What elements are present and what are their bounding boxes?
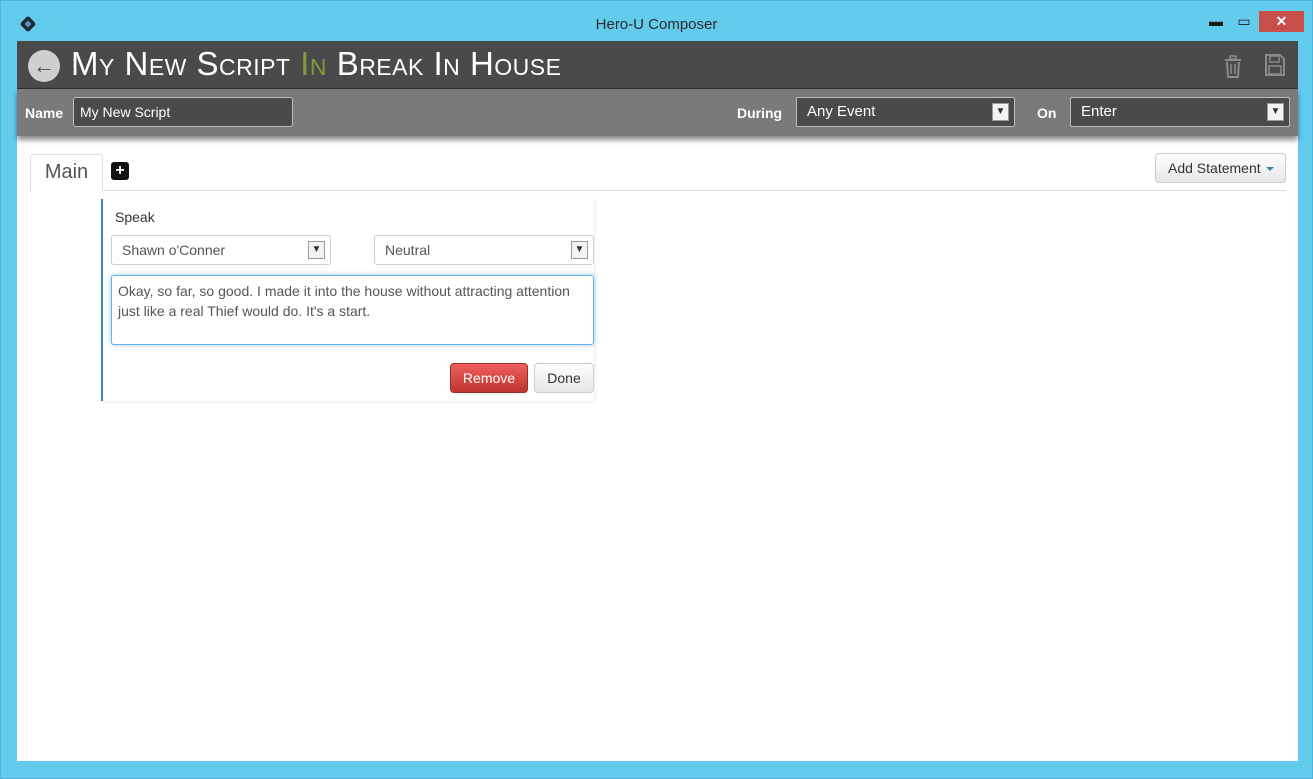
header-bar: ← My New Script In Break In House (17, 41, 1298, 89)
done-button[interactable]: Done (534, 363, 594, 393)
trash-icon[interactable] (1222, 53, 1244, 79)
speaker-select[interactable]: Shawn o'Conner ▼ (111, 235, 331, 265)
chevron-down-icon: ▼ (571, 241, 588, 259)
remove-button[interactable]: Remove (450, 363, 528, 393)
arrow-left-icon: ← (33, 53, 55, 78)
chevron-down-icon: ▼ (992, 103, 1009, 121)
mood-select[interactable]: Neutral ▼ (374, 235, 594, 265)
mood-value: Neutral (385, 242, 431, 258)
window-title: Hero-U Composer (595, 16, 718, 33)
location-title: Break In House (336, 45, 562, 82)
caret-down-icon (1265, 167, 1274, 172)
page-title: My New Script In Break In House (71, 45, 561, 83)
save-icon[interactable] (1264, 53, 1286, 79)
client-area: ← My New Script In Break In House Name M… (17, 41, 1298, 761)
on-label: On (1037, 105, 1057, 121)
add-statement-button[interactable]: Add Statement (1155, 153, 1286, 183)
add-statement-label: Add Statement (1168, 160, 1261, 176)
name-input[interactable]: My New Script (73, 97, 293, 127)
app-window: Hero-U Composer ▬ ▭ ✕ ← My New Script In… (0, 0, 1313, 779)
during-select[interactable]: Any Event ▼ (796, 97, 1015, 127)
speak-statement-panel: Speak Shawn o'Conner ▼ Neutral ▼ Okay, s… (101, 199, 594, 401)
title-connector: In (300, 45, 328, 82)
maximize-button[interactable]: ▭ (1231, 11, 1257, 32)
on-value: Enter (1081, 103, 1117, 120)
close-button[interactable]: ✕ (1259, 11, 1304, 32)
script-name-title: My New Script (71, 45, 291, 82)
speech-textarea[interactable]: Okay, so far, so good. I made it into th… (111, 275, 594, 345)
window-titlebar[interactable]: Hero-U Composer ▬ ▭ ✕ (1, 1, 1312, 41)
statement-type-label: Speak (115, 209, 155, 225)
name-label: Name (25, 105, 64, 121)
chevron-down-icon: ▼ (308, 241, 325, 259)
during-value: Any Event (807, 103, 876, 120)
tabs-divider (29, 190, 1286, 191)
chevron-down-icon: ▼ (1267, 103, 1284, 121)
during-label: During (737, 105, 783, 121)
back-button[interactable]: ← (28, 50, 60, 82)
speaker-value: Shawn o'Conner (122, 242, 226, 258)
tab-main[interactable]: Main (30, 154, 103, 191)
script-settings-bar: Name My New Script During Any Event ▼ On… (17, 89, 1298, 136)
add-tab-button[interactable]: + (111, 162, 129, 180)
on-select[interactable]: Enter ▼ (1070, 97, 1290, 127)
minimize-button[interactable]: ▬ (1203, 11, 1229, 32)
plus-icon: + (115, 162, 125, 179)
